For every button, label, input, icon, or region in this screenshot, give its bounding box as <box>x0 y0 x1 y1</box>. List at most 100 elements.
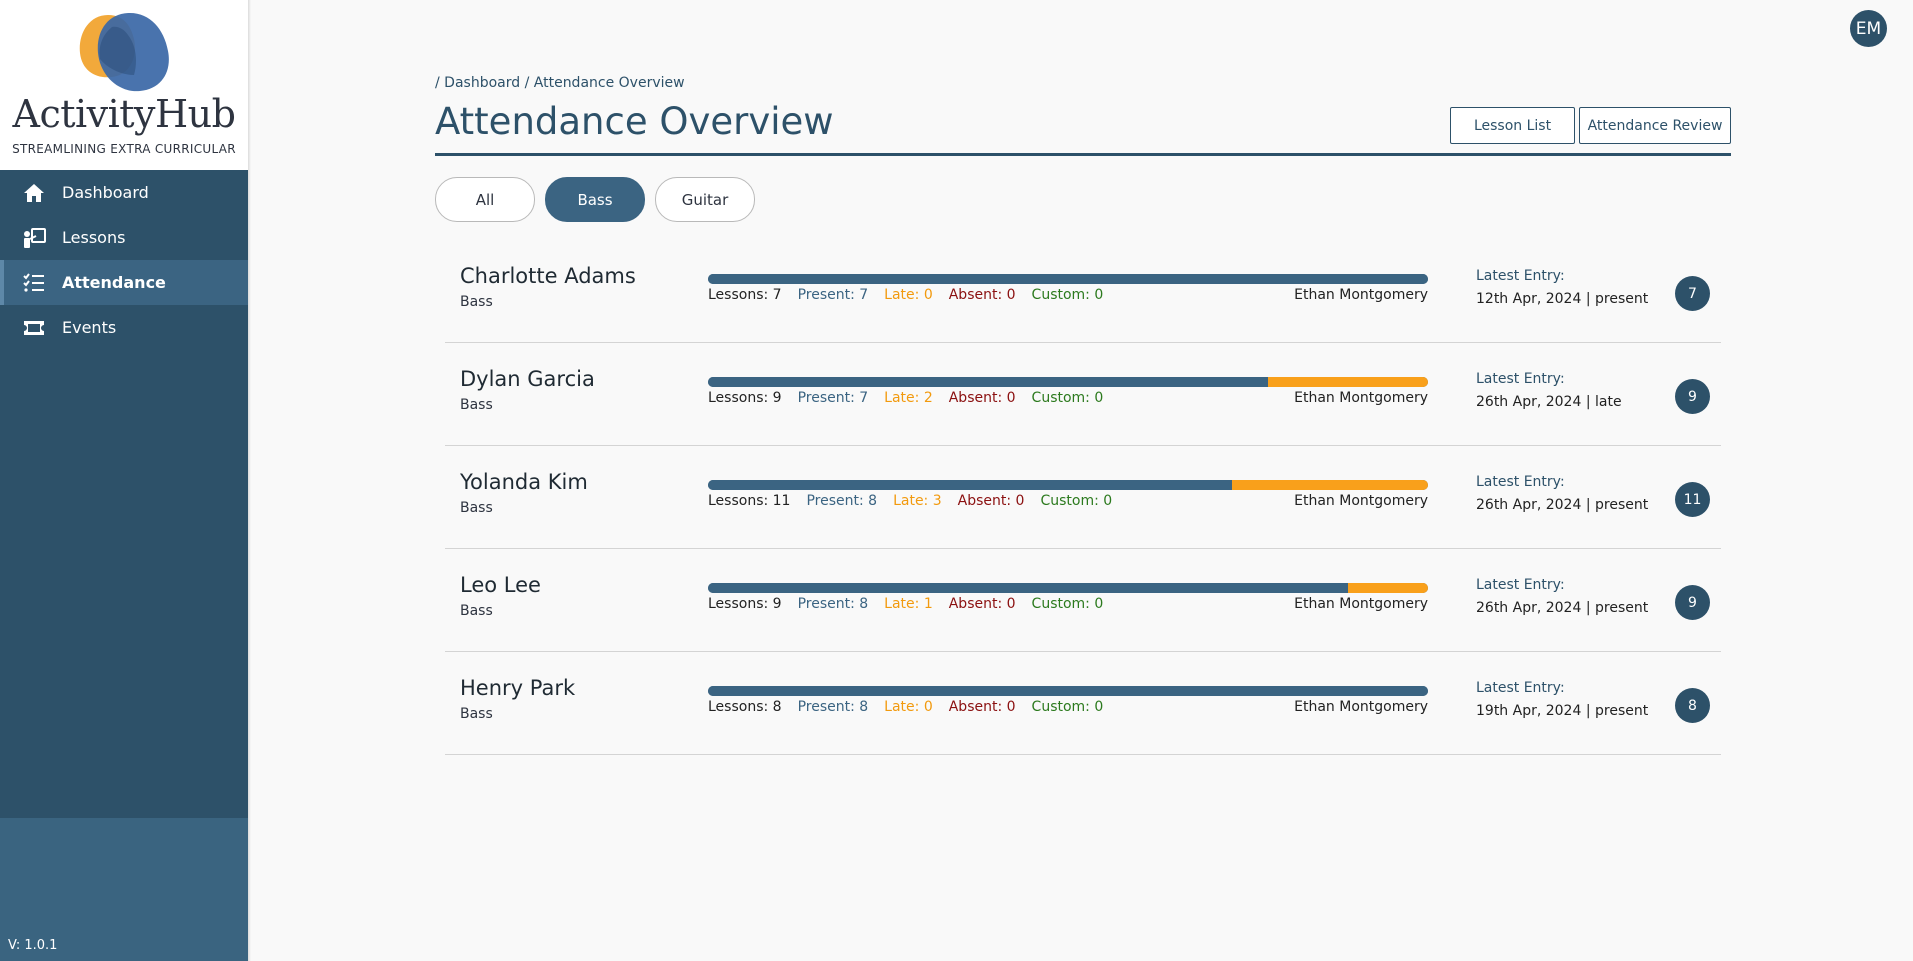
sidebar: ActivityHub STREAMLINING EXTRA CURRICULA… <box>0 0 248 961</box>
attendance-row[interactable]: Henry Park Bass Lessons: 8 Present: 8 La… <box>445 652 1721 755</box>
lessons-count: Lessons: 9 <box>708 596 782 612</box>
breadcrumb-current-link[interactable]: Attendance Overview <box>534 75 685 91</box>
latest-entry-value: 26th Apr, 2024 | present <box>1476 600 1649 616</box>
lesson-count-badge: 11 <box>1675 482 1710 517</box>
attendance-stats: Lessons: 9 Present: 8 Late: 1 Absent: 0 … <box>708 596 1119 612</box>
attendance-stats: Lessons: 7 Present: 7 Late: 0 Absent: 0 … <box>708 287 1119 303</box>
attendance-progress-bar <box>708 686 1428 696</box>
lesson-count-badge: 9 <box>1675 379 1710 414</box>
attendance-review-button[interactable]: Attendance Review <box>1579 107 1731 144</box>
absent-count: Absent: 0 <box>957 493 1025 509</box>
present-segment <box>708 686 1428 696</box>
ticket-icon <box>22 316 46 340</box>
attendance-row[interactable]: Yolanda Kim Bass Lessons: 11 Present: 8 … <box>445 446 1721 549</box>
user-avatar[interactable]: EM <box>1850 10 1887 47</box>
attendance-stats: Lessons: 9 Present: 7 Late: 2 Absent: 0 … <box>708 390 1119 406</box>
attendance-row[interactable]: Dylan Garcia Bass Lessons: 9 Present: 7 … <box>445 343 1721 446</box>
page-title: Attendance Overview <box>435 100 834 143</box>
teacher-name: Ethan Montgomery <box>1294 390 1428 406</box>
lessons-count: Lessons: 9 <box>708 390 782 406</box>
filter-bass[interactable]: Bass <box>545 177 645 222</box>
attendance-progress-bar <box>708 274 1428 284</box>
sidebar-nav: Dashboard Lessons Attendance Events <box>0 170 248 350</box>
present-segment <box>708 274 1428 284</box>
filter-guitar[interactable]: Guitar <box>655 177 755 222</box>
custom-count: Custom: 0 <box>1040 493 1113 509</box>
student-name: Henry Park <box>460 676 576 700</box>
logo-name: ActivityHub <box>12 92 236 136</box>
teacher-name: Ethan Montgomery <box>1294 699 1428 715</box>
attendance-list: Charlotte Adams Bass Lessons: 7 Present:… <box>445 240 1721 755</box>
latest-entry-label: Latest Entry: <box>1476 474 1565 490</box>
sidebar-footer: V: 1.0.1 <box>0 818 248 961</box>
late-segment <box>1268 377 1428 387</box>
latest-entry-value: 12th Apr, 2024 | present <box>1476 291 1649 307</box>
student-instrument: Bass <box>460 603 493 619</box>
student-instrument: Bass <box>460 397 493 413</box>
teacher-name: Ethan Montgomery <box>1294 596 1428 612</box>
custom-count: Custom: 0 <box>1031 699 1104 715</box>
attendance-progress-bar <box>708 480 1428 490</box>
absent-count: Absent: 0 <box>948 596 1016 612</box>
lesson-count-badge: 7 <box>1675 276 1710 311</box>
sidebar-item-events[interactable]: Events <box>0 305 248 350</box>
sidebar-item-label: Dashboard <box>62 183 149 202</box>
late-count: Late: 1 <box>884 596 933 612</box>
custom-count: Custom: 0 <box>1031 287 1104 303</box>
lessons-count: Lessons: 11 <box>708 493 791 509</box>
attendance-progress-bar <box>708 583 1428 593</box>
sidebar-item-lessons[interactable]: Lessons <box>0 215 248 260</box>
teacher-name: Ethan Montgomery <box>1294 287 1428 303</box>
sidebar-item-label: Events <box>62 318 117 337</box>
checklist-icon <box>22 271 46 295</box>
present-segment <box>708 480 1232 490</box>
logo-mark-icon <box>79 13 169 92</box>
lesson-list-button[interactable]: Lesson List <box>1450 107 1575 144</box>
custom-count: Custom: 0 <box>1031 596 1104 612</box>
latest-entry-label: Latest Entry: <box>1476 577 1565 593</box>
sidebar-item-dashboard[interactable]: Dashboard <box>0 170 248 215</box>
present-count: Present: 8 <box>797 699 869 715</box>
late-count: Late: 0 <box>884 287 933 303</box>
present-count: Present: 7 <box>797 390 869 406</box>
logo-tagline: STREAMLINING EXTRA CURRICULAR <box>12 142 236 156</box>
lessons-count: Lessons: 7 <box>708 287 782 303</box>
latest-entry-value: 26th Apr, 2024 | present <box>1476 497 1649 513</box>
absent-count: Absent: 0 <box>948 699 1016 715</box>
lesson-count-badge: 9 <box>1675 585 1710 620</box>
present-segment <box>708 377 1268 387</box>
latest-entry-value: 26th Apr, 2024 | late <box>1476 394 1622 410</box>
lesson-count-badge: 8 <box>1675 688 1710 723</box>
teacher-board-icon <box>22 226 46 250</box>
student-name: Yolanda Kim <box>460 470 588 494</box>
absent-count: Absent: 0 <box>948 287 1016 303</box>
logo[interactable]: ActivityHub STREAMLINING EXTRA CURRICULA… <box>0 0 248 170</box>
present-count: Present: 8 <box>806 493 878 509</box>
student-name: Dylan Garcia <box>460 367 595 391</box>
attendance-row[interactable]: Leo Lee Bass Lessons: 9 Present: 8 Late:… <box>445 549 1721 652</box>
present-count: Present: 8 <box>797 596 869 612</box>
title-divider <box>435 153 1731 156</box>
latest-entry-label: Latest Entry: <box>1476 371 1565 387</box>
present-count: Present: 7 <box>797 287 869 303</box>
student-instrument: Bass <box>460 706 493 722</box>
late-count: Late: 2 <box>884 390 933 406</box>
absent-count: Absent: 0 <box>948 390 1016 406</box>
custom-count: Custom: 0 <box>1031 390 1104 406</box>
latest-entry-label: Latest Entry: <box>1476 680 1565 696</box>
present-segment <box>708 583 1348 593</box>
late-segment <box>1348 583 1428 593</box>
latest-entry-label: Latest Entry: <box>1476 268 1565 284</box>
late-segment <box>1232 480 1428 490</box>
attendance-row[interactable]: Charlotte Adams Bass Lessons: 7 Present:… <box>445 240 1721 343</box>
lessons-count: Lessons: 8 <box>708 699 782 715</box>
student-name: Leo Lee <box>460 573 541 597</box>
student-instrument: Bass <box>460 500 493 516</box>
attendance-progress-bar <box>708 377 1428 387</box>
sidebar-item-attendance[interactable]: Attendance <box>0 260 248 305</box>
sidebar-item-label: Lessons <box>62 228 126 247</box>
version-label: V: 1.0.1 <box>8 938 58 953</box>
breadcrumb-dashboard-link[interactable]: Dashboard <box>444 75 520 91</box>
attendance-stats: Lessons: 8 Present: 8 Late: 0 Absent: 0 … <box>708 699 1119 715</box>
filter-all[interactable]: All <box>435 177 535 222</box>
